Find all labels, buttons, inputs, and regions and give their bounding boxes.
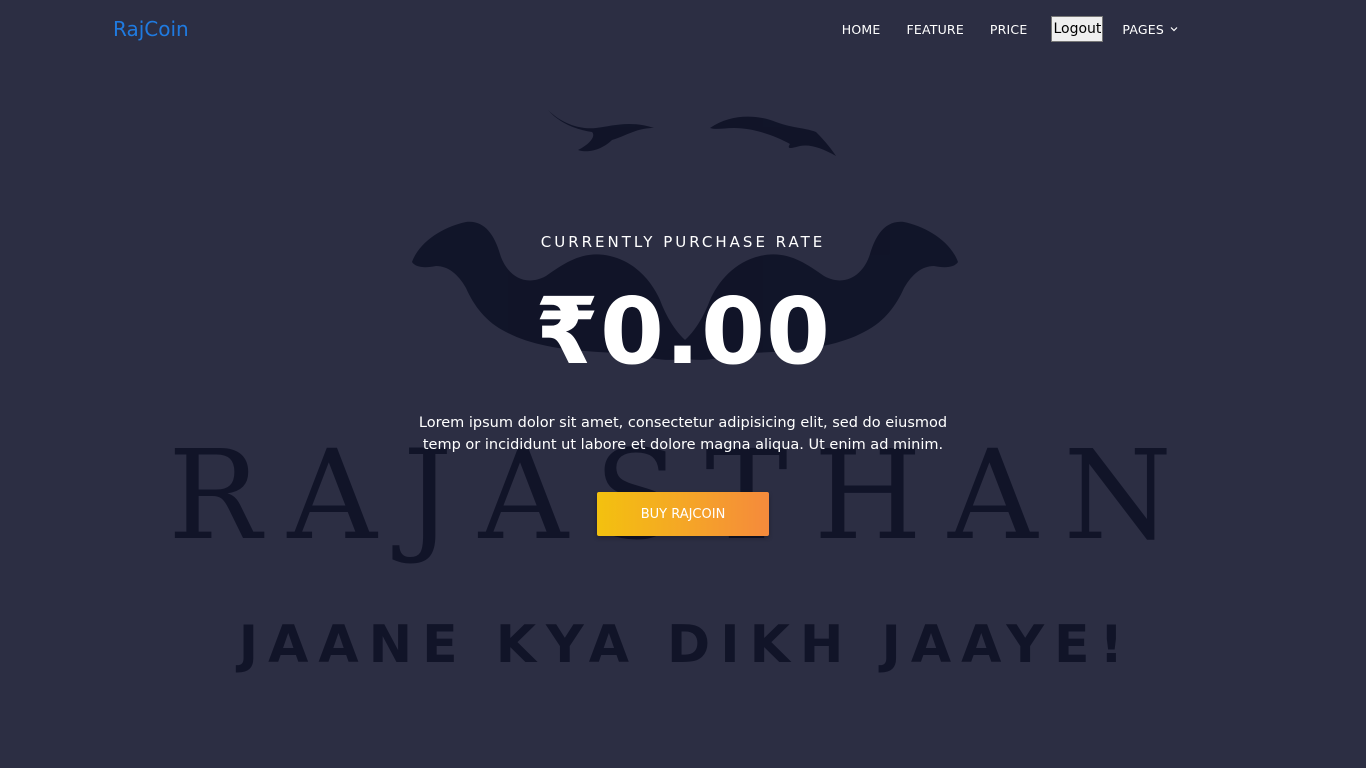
hero-description: Lorem ipsum dolor sit amet, consectetur …	[418, 415, 948, 453]
purchase-rate-value: ₹0.00	[534, 278, 831, 385]
buy-rajcoin-button[interactable]: BUY RAJCOIN	[597, 492, 769, 536]
hero-kicker: CURRENTLY PURCHASE RATE	[540, 233, 826, 251]
hero-section: CURRENTLY PURCHASE RATE ₹0.00 Lorem ipsu…	[0, 0, 1366, 768]
